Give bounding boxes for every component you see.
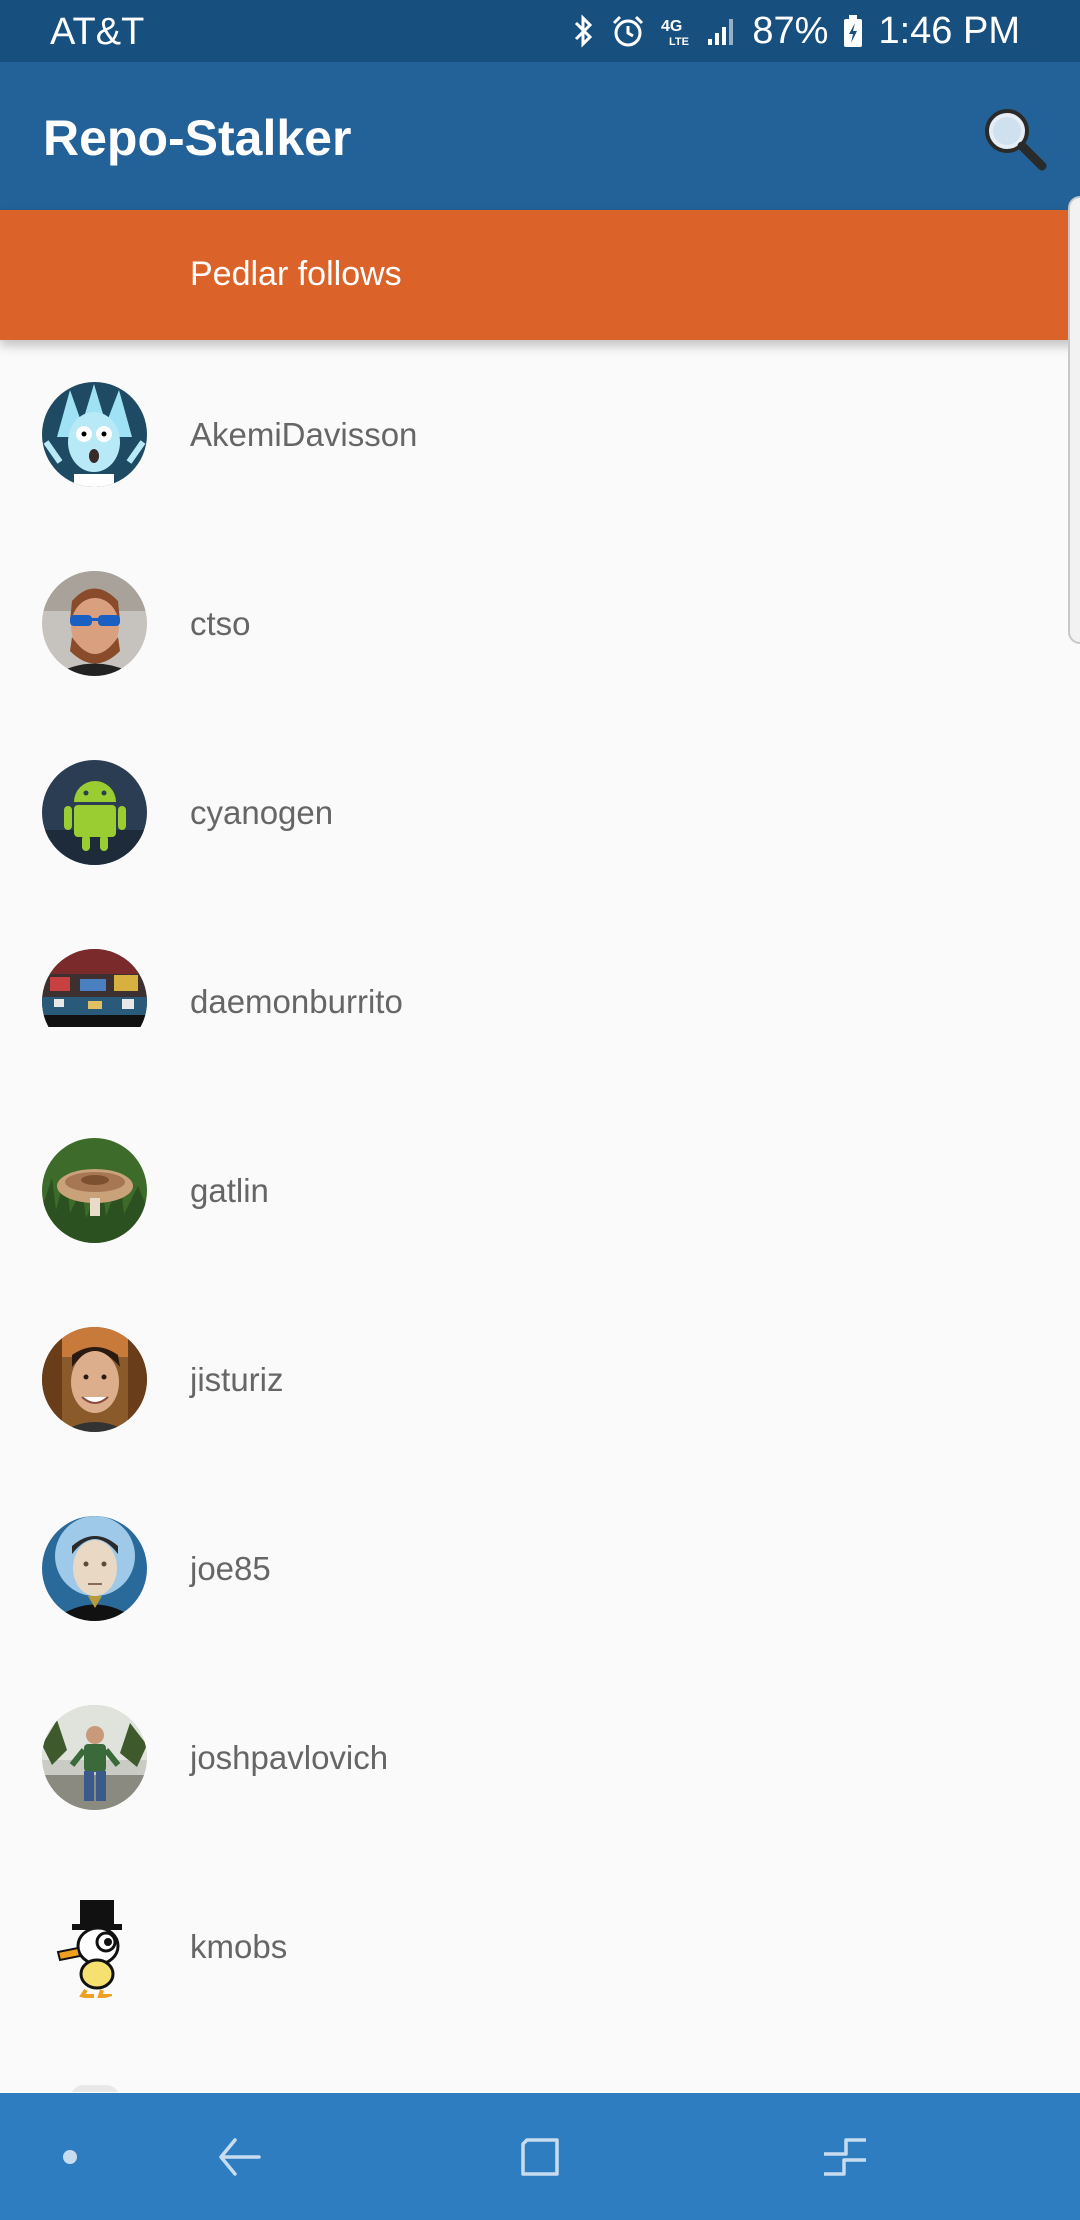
search-icon xyxy=(985,109,1047,171)
avatar xyxy=(42,1327,147,1432)
list-item[interactable]: cyanogen xyxy=(0,718,1080,907)
svg-text:LTE: LTE xyxy=(669,36,689,48)
recents-icon xyxy=(824,2137,866,2176)
battery-charging-icon xyxy=(842,13,864,49)
clock: 1:46 PM xyxy=(878,9,1020,52)
header-title: Pedlar follows xyxy=(190,255,402,293)
search-button[interactable] xyxy=(978,102,1050,174)
app-title: Repo-Stalker xyxy=(43,110,352,166)
list-item[interactable]: kmobs xyxy=(0,1852,1080,2041)
avatar xyxy=(42,1705,147,1810)
avatar xyxy=(42,949,147,1054)
username: joe85 xyxy=(190,1550,271,1587)
navigation-bar xyxy=(0,2093,1080,2220)
svg-text:4G: 4G xyxy=(661,18,682,35)
alarm-icon xyxy=(610,13,646,49)
lte-icon: 4G LTE xyxy=(660,13,692,49)
avatar xyxy=(42,760,147,865)
username: gatlin xyxy=(190,1172,269,1209)
list-item[interactable]: daemonburrito xyxy=(0,907,1080,1096)
avatar xyxy=(42,1894,147,1999)
username: ctso xyxy=(190,605,251,642)
home-icon xyxy=(521,2137,559,2176)
dot-button[interactable] xyxy=(30,2093,110,2220)
scroll-edge-handle[interactable] xyxy=(1068,196,1080,644)
app-bar: Repo-Stalker xyxy=(0,62,1080,210)
signal-icon xyxy=(706,15,738,47)
avatar xyxy=(70,2085,120,2092)
bluetooth-icon xyxy=(572,13,596,49)
list-item[interactable]: jisturiz xyxy=(0,1285,1080,1474)
list-item[interactable]: joshpavlovich xyxy=(0,1663,1080,1852)
list-item[interactable]: gatlin xyxy=(0,1096,1080,1285)
avatar xyxy=(42,571,147,676)
status-icons: 4G LTE 87% 1:46 PM xyxy=(572,10,1020,52)
username: joshpavlovich xyxy=(190,1739,389,1776)
username: jisturiz xyxy=(190,1361,284,1398)
list-item[interactable]: AkemiDavisson xyxy=(0,340,1080,529)
list-item[interactable]: ctso xyxy=(0,529,1080,718)
recents-button[interactable] xyxy=(795,2093,895,2220)
battery-level: 87% xyxy=(752,9,829,52)
back-icon xyxy=(219,2137,261,2176)
avatar xyxy=(42,382,147,487)
carrier-label: AT&T xyxy=(50,11,145,53)
following-header: Pedlar follows xyxy=(0,210,1080,340)
list-item[interactable]: joe85 xyxy=(0,1474,1080,1663)
dot-icon xyxy=(63,2149,77,2164)
back-button[interactable] xyxy=(190,2093,290,2220)
status-bar: AT&T 4G LTE 87% 1:46 PM xyxy=(0,0,1080,62)
avatar xyxy=(42,1516,147,1621)
avatar xyxy=(42,1138,147,1243)
username: kmobs xyxy=(190,1928,288,1965)
following-list[interactable]: AkemiDavisson ctso cyanogen daemonburrit… xyxy=(0,340,1080,2092)
username: daemonburrito xyxy=(190,983,403,1020)
username: cyanogen xyxy=(190,794,334,831)
username: AkemiDavisson xyxy=(190,416,418,453)
home-button[interactable] xyxy=(490,2093,590,2220)
